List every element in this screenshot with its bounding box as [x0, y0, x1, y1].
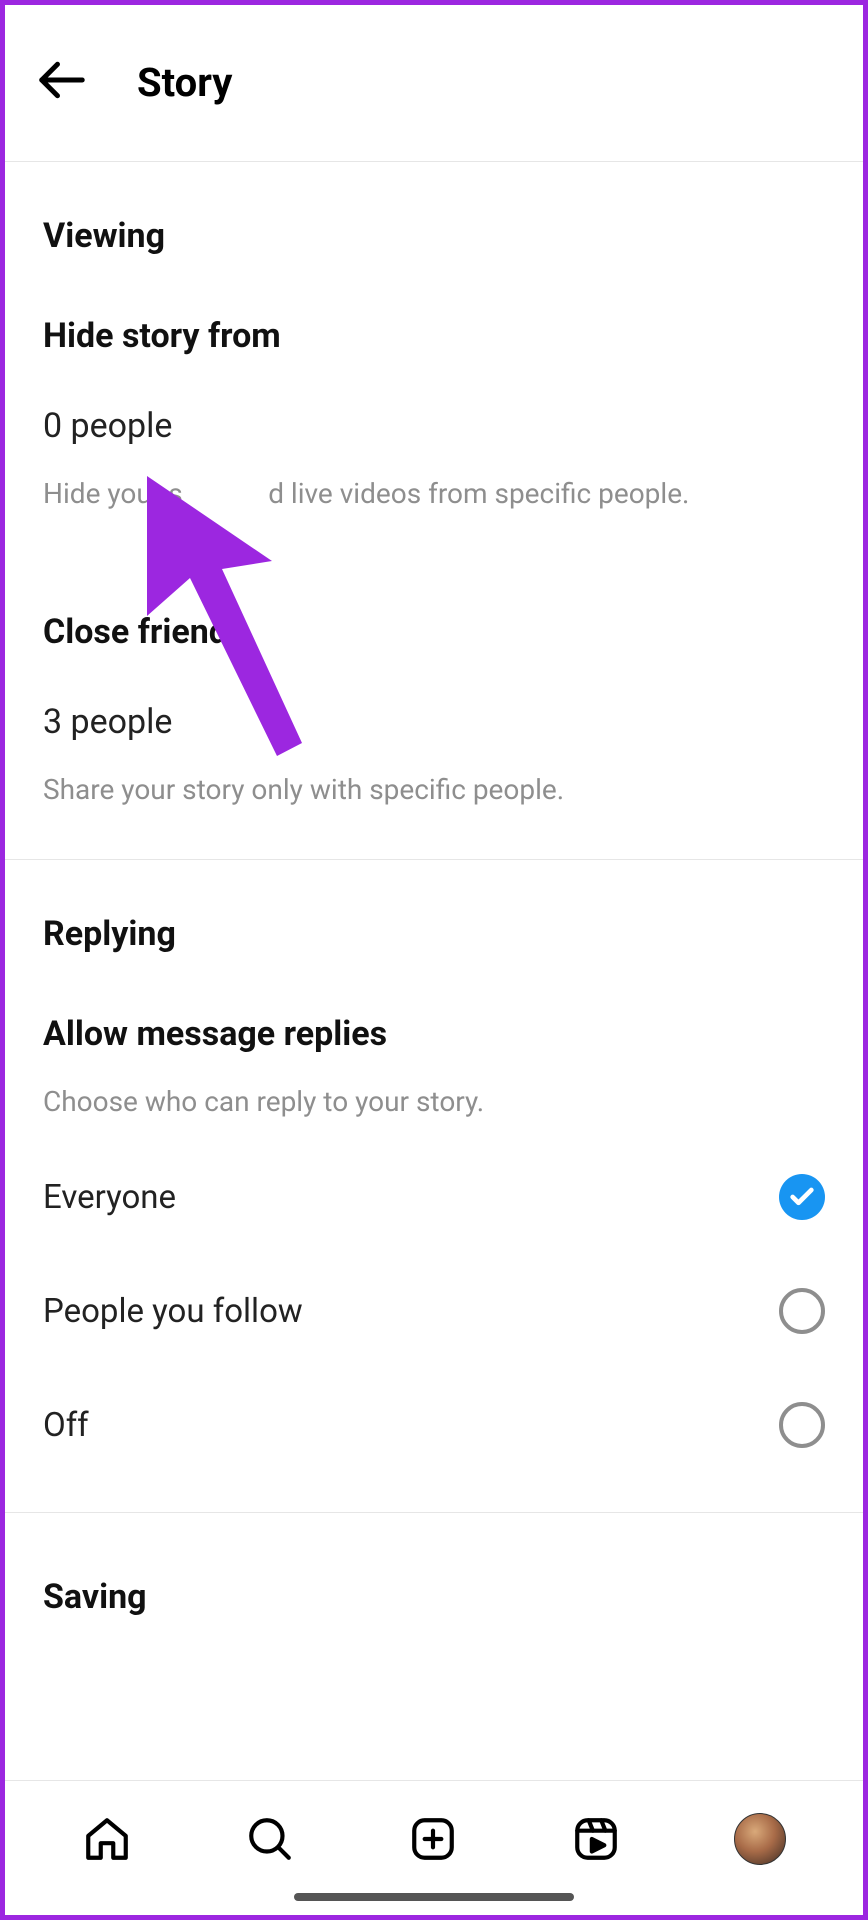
hide-story-value: 0 people [5, 356, 863, 446]
hide-story-row[interactable]: Hide story from 0 people Hide your story… [5, 266, 863, 562]
hide-story-desc-part-a: Hide your s [43, 477, 183, 510]
reply-option-people-you-follow[interactable]: People you follow [5, 1254, 863, 1368]
search-icon[interactable] [245, 1814, 295, 1868]
reply-option-label: People you follow [43, 1292, 303, 1331]
hide-story-label: Hide story from [5, 266, 863, 356]
allow-replies-label: Allow message replies [5, 964, 863, 1054]
home-indicator [294, 1893, 574, 1901]
home-icon[interactable] [82, 1814, 132, 1868]
reply-option-label: Everyone [43, 1178, 176, 1217]
reels-icon[interactable] [571, 1814, 621, 1868]
header: Story [5, 5, 863, 161]
allow-replies-desc: Choose who can reply to your story. [5, 1054, 863, 1140]
page-title: Story [137, 59, 232, 106]
section-viewing-title: Viewing [5, 162, 863, 266]
section-replying-title: Replying [5, 860, 863, 964]
radio-unselected-icon [779, 1402, 825, 1448]
close-friends-row[interactable]: Close friends 3 people Share your story … [5, 562, 863, 858]
radio-unselected-icon [779, 1288, 825, 1334]
close-friends-value: 3 people [5, 652, 863, 742]
reply-option-off[interactable]: Off [5, 1368, 863, 1482]
reply-option-label: Off [43, 1406, 89, 1445]
section-saving-title: Saving [43, 1577, 825, 1617]
avatar-icon [734, 1813, 786, 1865]
content-area: Viewing Hide story from 0 people Hide yo… [5, 162, 863, 1780]
close-friends-desc: Share your story only with specific peop… [5, 742, 863, 858]
radio-selected-icon [779, 1174, 825, 1220]
close-friends-label: Close friends [5, 562, 863, 652]
hide-story-desc-part-b: d live videos from specific people. [268, 477, 689, 510]
back-icon[interactable] [35, 53, 89, 111]
section-saving: Saving [5, 1513, 863, 1617]
reply-option-everyone[interactable]: Everyone [5, 1140, 863, 1254]
hide-story-desc: Hide your story and live videos from spe… [5, 446, 863, 562]
profile-avatar[interactable] [734, 1813, 786, 1869]
app-frame: Story Viewing Hide story from 0 people H… [0, 0, 868, 1920]
create-icon[interactable] [408, 1814, 458, 1868]
